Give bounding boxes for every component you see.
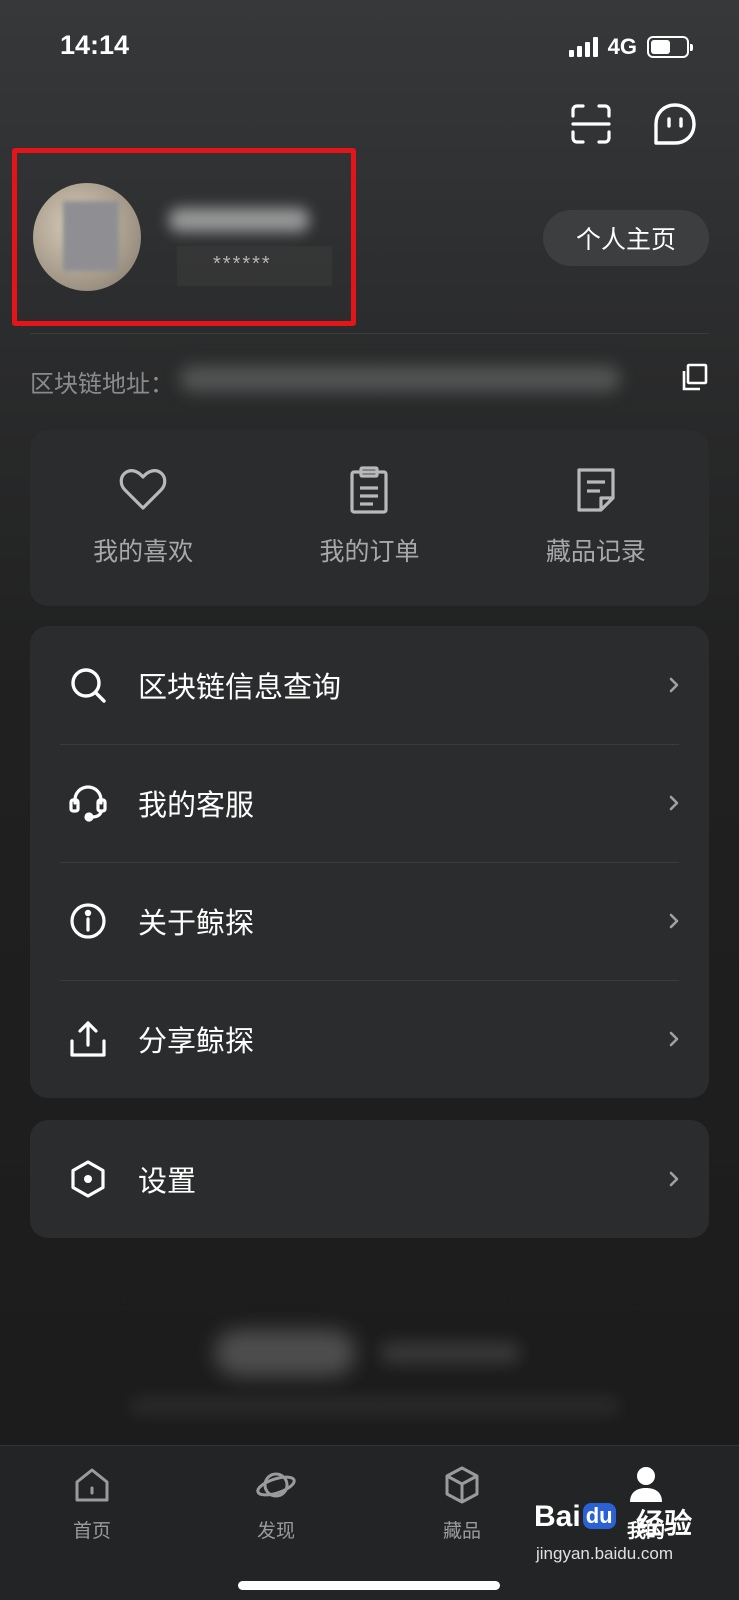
menu-label: 我的客服 [138, 788, 255, 822]
my-orders-button[interactable]: 我的订单 [256, 430, 482, 606]
my-likes-button[interactable]: 我的喜欢 [30, 430, 256, 606]
baidu-jingyan-watermark: Bai du 经验 jingyan.baidu.com [534, 1500, 709, 1570]
cube-icon [445, 1466, 479, 1504]
footer-subtext-blurred [130, 1398, 620, 1414]
signal-icon [568, 37, 598, 57]
menu-item-customer-service[interactable]: 我的客服 [30, 744, 709, 862]
chevron-right-icon [669, 1171, 679, 1187]
profile-card[interactable]: ****** [12, 148, 356, 326]
settings-card: 设置 [30, 1120, 709, 1238]
info-icon [70, 903, 106, 939]
planet-icon [256, 1472, 296, 1498]
copy-icon[interactable] [679, 362, 709, 392]
collection-records-button[interactable]: 藏品记录 [483, 430, 709, 606]
footer-logo-blurred [215, 1330, 355, 1376]
search-icon [71, 668, 106, 703]
my-likes-label: 我的喜欢 [93, 537, 194, 566]
headset-icon [69, 785, 107, 822]
watermark-brand-suffix: du [582, 1503, 616, 1529]
chevron-right-icon [669, 677, 679, 693]
status-time: 14:14 [60, 30, 130, 60]
share-icon [70, 1021, 106, 1057]
blockchain-address-row: 区块链地址： [30, 360, 709, 400]
menu-item-blockchain-query[interactable]: 区块链信息查询 [30, 626, 709, 744]
blockchain-address-value-blurred [180, 366, 620, 392]
home-indicator[interactable] [238, 1581, 500, 1590]
chevron-right-icon [669, 795, 679, 811]
chevron-right-icon [669, 1031, 679, 1047]
document-icon [577, 468, 615, 512]
tab-collection-label: 藏品 [442, 1520, 481, 1542]
watermark-url: jingyan.baidu.com [536, 1544, 674, 1563]
heart-icon [119, 469, 167, 510]
tab-home[interactable]: 首页 [32, 1464, 152, 1543]
menu-label: 分享鲸探 [138, 1024, 255, 1058]
tab-collection[interactable]: 藏品 [402, 1464, 522, 1543]
tab-discover-label: 发现 [256, 1520, 295, 1542]
menu-item-share[interactable]: 分享鲸探 [30, 980, 709, 1098]
menu-item-about[interactable]: 关于鲸探 [30, 862, 709, 980]
watermark-cn: 经验 [636, 1507, 693, 1540]
menu-label: 区块链信息查询 [138, 670, 342, 704]
message-icon[interactable] [651, 100, 699, 148]
menu-label: 关于鲸探 [138, 906, 255, 940]
quick-actions-card: 我的喜欢 我的订单 藏品记录 [30, 430, 709, 606]
user-id: ****** [213, 253, 272, 275]
blockchain-address-label: 区块链地址： [30, 370, 174, 398]
tab-home-label: 首页 [72, 1520, 111, 1542]
watermark-logo: Bai du [534, 1500, 618, 1534]
avatar[interactable] [33, 183, 141, 291]
nickname-blurred [169, 208, 309, 232]
clipboard-icon [350, 466, 389, 514]
scan-icon[interactable] [567, 100, 615, 148]
menu-label: 设置 [138, 1164, 197, 1198]
settings-hexagon-icon [71, 1160, 105, 1198]
tab-discover[interactable]: 发现 [216, 1464, 336, 1543]
personal-homepage-button[interactable]: 个人主页 [543, 210, 709, 266]
battery-fill [651, 40, 670, 54]
battery-icon [647, 36, 693, 58]
menu-item-settings[interactable]: 设置 [30, 1120, 709, 1238]
menu-card: 区块链信息查询 我的客服 关于鲸探 分享鲸探 [30, 626, 709, 1098]
network-type: 4G [607, 34, 637, 59]
divider [30, 333, 709, 334]
footer-text-blurred [380, 1342, 520, 1364]
header-actions [567, 100, 699, 148]
my-orders-label: 我的订单 [319, 537, 420, 566]
home-icon [75, 1468, 109, 1502]
chevron-right-icon [669, 913, 679, 929]
collection-records-label: 藏品记录 [545, 537, 646, 566]
status-indicators: 4G [568, 34, 693, 60]
watermark-brand: Bai [534, 1500, 581, 1533]
status-bar: 14:14 4G [0, 0, 739, 95]
